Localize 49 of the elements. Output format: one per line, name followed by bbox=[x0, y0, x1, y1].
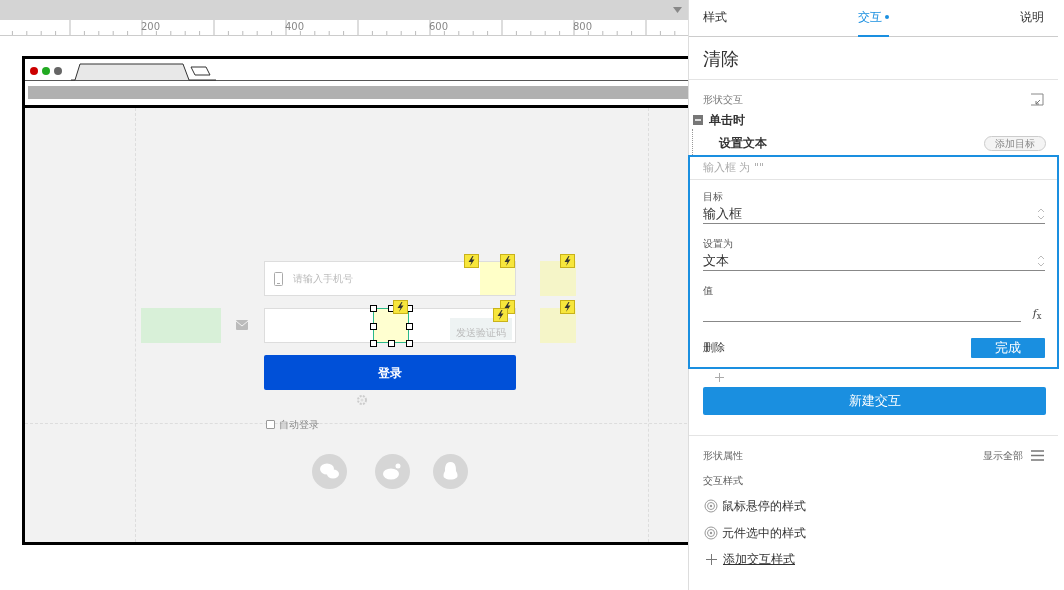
envelope-icon bbox=[236, 320, 248, 330]
resize-handle[interactable] bbox=[370, 340, 377, 347]
panel-tab[interactable]: 交互 bbox=[858, 0, 889, 37]
properties-title: 形状属性 bbox=[703, 449, 743, 463]
ruler-label: 600 bbox=[429, 21, 449, 33]
formula-button[interactable]: f$_{x}$ bbox=[1029, 305, 1045, 322]
stepper-icon bbox=[1037, 206, 1045, 221]
lightning-icon[interactable] bbox=[560, 300, 575, 314]
plus-icon bbox=[706, 553, 717, 565]
resize-handle[interactable] bbox=[388, 340, 395, 347]
lightning-icon[interactable] bbox=[493, 308, 508, 322]
field-label: 设置为 bbox=[703, 237, 734, 251]
target-icon bbox=[704, 526, 718, 540]
field-label: 值 bbox=[703, 284, 714, 298]
action-label: 设置文本 bbox=[719, 135, 767, 152]
interaction-styles-label: 交互样式 bbox=[702, 474, 744, 488]
ruler-label: 200 bbox=[141, 21, 161, 33]
lightning-icon[interactable] bbox=[393, 300, 408, 314]
event-label: 单击时 bbox=[709, 112, 745, 129]
checkbox[interactable] bbox=[266, 420, 275, 429]
style-option[interactable]: 元件选中的样式 bbox=[722, 524, 806, 542]
show-all-link[interactable]: 显示全部 bbox=[983, 448, 1023, 463]
resize-handle[interactable] bbox=[406, 340, 413, 347]
popout-icon[interactable] bbox=[1030, 93, 1044, 106]
ruler-label: 400 bbox=[285, 21, 305, 33]
login-button[interactable]: 登录 bbox=[264, 355, 516, 390]
resize-handle[interactable] bbox=[406, 323, 413, 330]
add-target-button[interactable]: 添加目标 bbox=[984, 135, 1046, 151]
resize-handle[interactable] bbox=[370, 305, 377, 312]
collapse-icon[interactable] bbox=[693, 115, 703, 125]
action-summary: 输入框 为 "" bbox=[703, 159, 765, 176]
target-icon bbox=[704, 499, 718, 513]
panel-title: 清除 bbox=[703, 46, 739, 71]
field-label: 目标 bbox=[703, 190, 724, 204]
panel-tab[interactable]: 说明 bbox=[1020, 0, 1044, 37]
lightning-icon[interactable] bbox=[560, 254, 575, 268]
stepper-icon bbox=[1037, 253, 1045, 268]
select-field[interactable]: 文本 bbox=[703, 251, 1045, 271]
section-label: 形状交互 bbox=[703, 93, 743, 107]
ruler-label: 800 bbox=[573, 21, 593, 33]
add-style-link[interactable]: 添加交互样式 bbox=[723, 550, 795, 568]
resize-handle[interactable] bbox=[370, 323, 377, 330]
style-option[interactable]: 鼠标悬停的样式 bbox=[722, 497, 806, 515]
delete-link[interactable]: 删除 bbox=[703, 339, 725, 357]
gear-icon bbox=[356, 394, 368, 406]
checkbox-label: 自动登录 bbox=[279, 418, 319, 432]
panel-tab[interactable]: 样式 bbox=[703, 0, 727, 37]
menu-icon[interactable] bbox=[1031, 450, 1044, 461]
select-field[interactable]: 输入框 bbox=[703, 204, 1045, 224]
